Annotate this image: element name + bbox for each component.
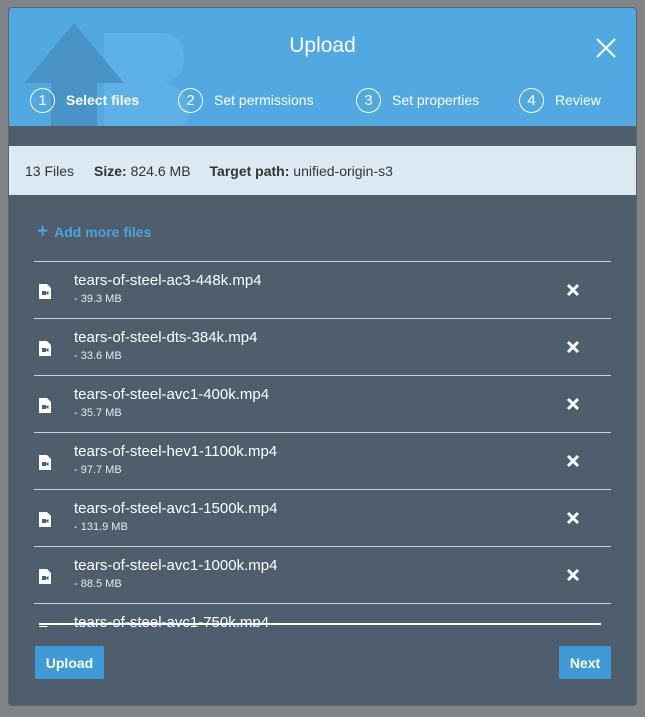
file-name: tears-of-steel-hev1-1100k.mp4 <box>74 443 278 460</box>
target-path-label: Target path: <box>209 162 290 179</box>
remove-icon[interactable] <box>566 283 580 297</box>
video-file-icon <box>39 569 51 584</box>
size-label: Size: <box>94 162 127 179</box>
upload-button[interactable]: Upload <box>35 646 104 679</box>
target-path-value: unified-origin-s3 <box>293 162 393 179</box>
step-label: Set permissions <box>214 92 314 108</box>
list-item: tears-of-steel-avc1-1000k.mp4 - 88.5 MB <box>34 546 611 603</box>
list-item: tears-of-steel-avc1-400k.mp4 - 35.7 MB <box>34 375 611 432</box>
modal-title: Upload <box>289 34 356 57</box>
step-number: 1 <box>30 87 55 113</box>
file-size: - 88.5 MB <box>74 578 122 590</box>
step-label: Review <box>555 92 601 108</box>
file-name: tears-of-steel-avc1-1500k.mp4 <box>74 500 278 517</box>
file-list[interactable]: tears-of-steel-ac3-448k.mp4 - 39.3 MB te… <box>34 261 611 627</box>
file-size: - 97.7 MB <box>74 464 122 476</box>
video-file-icon <box>39 455 51 470</box>
add-more-files-label: Add more files <box>54 224 152 240</box>
file-name: tears-of-steel-dts-384k.mp4 <box>74 329 258 346</box>
close-icon[interactable] <box>594 36 618 60</box>
list-item: tears-of-steel-ac3-448k.mp4 - 39.3 MB <box>34 261 611 318</box>
modal-header: Upload 1 Select files 2 Set permissions … <box>9 8 636 126</box>
next-button[interactable]: Next <box>559 646 611 679</box>
step-select-files[interactable]: 1 Select files <box>30 87 139 113</box>
remove-icon[interactable] <box>566 511 580 525</box>
plus-icon: + <box>37 221 49 242</box>
file-name: tears-of-steel-ac3-448k.mp4 <box>74 272 262 289</box>
step-number: 3 <box>356 87 381 113</box>
file-size: - 33.6 MB <box>74 350 122 362</box>
video-file-icon <box>39 626 48 627</box>
files-count: 13 Files <box>25 162 75 179</box>
step-label: Set properties <box>392 92 480 108</box>
video-file-icon <box>39 341 51 356</box>
file-size: - 35.7 MB <box>74 407 122 419</box>
size-value: 824.6 MB <box>130 162 191 179</box>
video-file-icon <box>39 512 51 527</box>
add-more-files-button[interactable]: + Add more files <box>37 221 152 242</box>
remove-icon[interactable] <box>566 340 580 354</box>
video-file-icon <box>39 398 51 413</box>
step-set-properties[interactable]: 3 Set properties <box>356 87 479 113</box>
upload-summary: 13 Files Size: 824.6 MB Target path: uni… <box>9 146 636 195</box>
step-set-permissions[interactable]: 2 Set permissions <box>178 87 314 113</box>
file-size: - 131.9 MB <box>74 521 128 533</box>
file-size: - 39.3 MB <box>74 293 122 305</box>
remove-icon[interactable] <box>566 568 580 582</box>
video-file-icon <box>39 284 51 299</box>
step-label: Select files <box>66 92 140 108</box>
size-info: Size: 824.6 MB <box>94 163 191 179</box>
file-name: tears-of-steel-avc1-750k.mp4 <box>74 614 270 627</box>
target-path-info: Target path: unified-origin-s3 <box>210 163 393 179</box>
list-bottom-edge <box>39 623 601 625</box>
file-name: tears-of-steel-avc1-1000k.mp4 <box>74 557 278 574</box>
wizard-steps: 1 Select files 2 Set permissions 3 Set p… <box>9 87 636 113</box>
remove-icon[interactable] <box>566 454 580 468</box>
list-item: tears-of-steel-avc1-1500k.mp4 - 131.9 MB <box>34 489 611 546</box>
list-item: tears-of-steel-dts-384k.mp4 - 33.6 MB <box>34 318 611 375</box>
file-name: tears-of-steel-avc1-400k.mp4 <box>74 386 270 403</box>
header-divider <box>9 126 636 146</box>
list-item: tears-of-steel-hev1-1100k.mp4 - 97.7 MB <box>34 432 611 489</box>
step-number: 2 <box>178 87 203 113</box>
remove-icon[interactable] <box>566 397 580 411</box>
upload-modal: Upload 1 Select files 2 Set permissions … <box>9 8 636 705</box>
step-number: 4 <box>519 87 544 113</box>
step-review[interactable]: 4 Review <box>519 87 601 113</box>
